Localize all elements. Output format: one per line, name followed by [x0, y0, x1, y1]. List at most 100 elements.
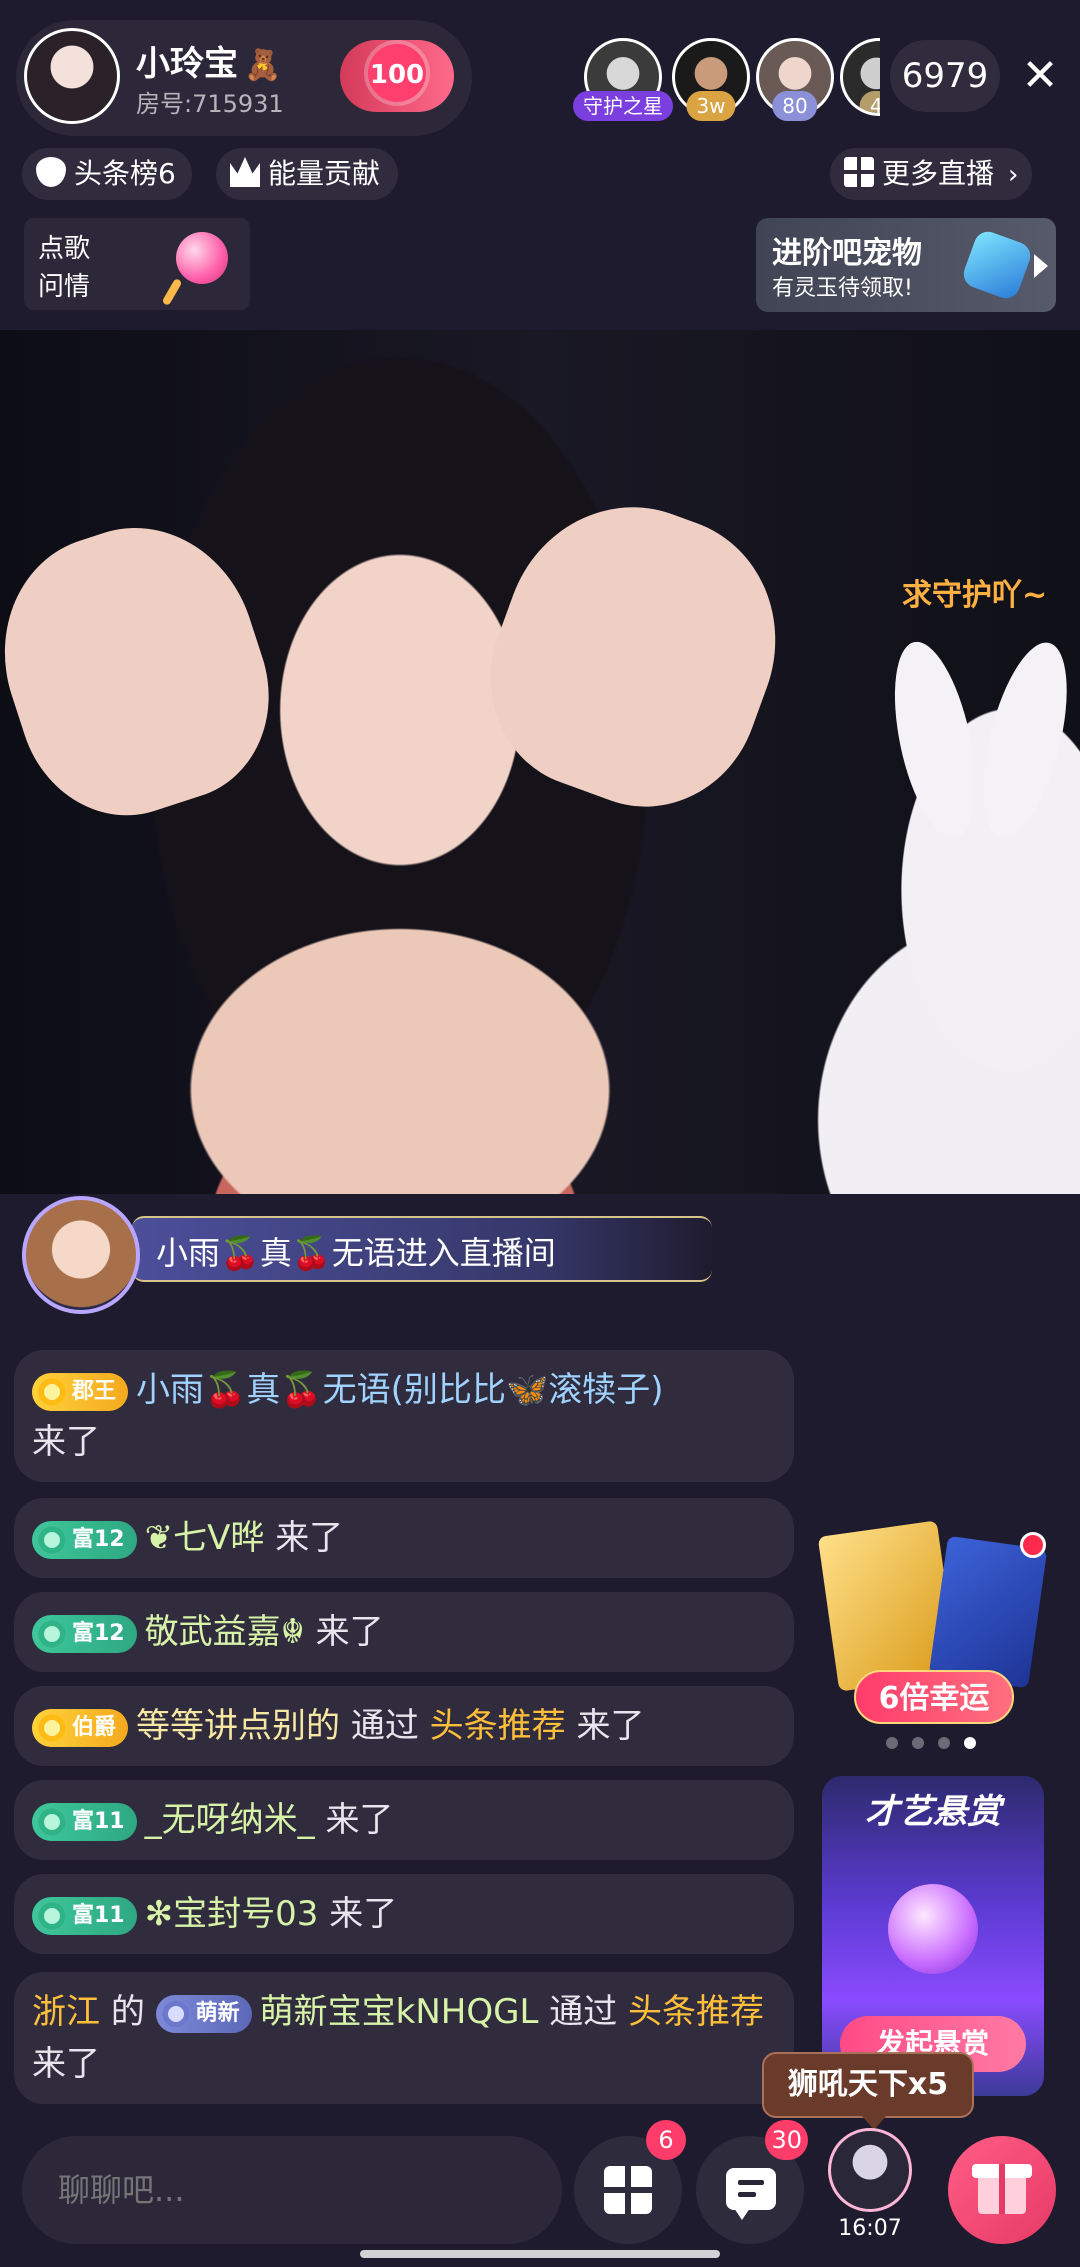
- host-name-text: 小玲宝: [136, 44, 238, 84]
- viewer-badge-3: 80: [772, 91, 818, 121]
- chat-message[interactable]: 伯爵 等等讲点别的 通过 头条推荐 来了: [14, 1686, 794, 1766]
- wealth-badge: 富12: [32, 1520, 137, 1559]
- lucky-event-widget[interactable]: 6倍幸运: [817, 1520, 1058, 1728]
- wealth-badge: 富12: [32, 1614, 137, 1653]
- chat-via: 通过: [350, 1706, 419, 1746]
- crown-icon: [230, 157, 260, 187]
- headline-rank-button[interactable]: 头条榜6: [22, 148, 192, 200]
- chat-tail: 来了: [315, 1612, 384, 1652]
- chat-nickname[interactable]: _无呀纳米_: [145, 1800, 315, 1840]
- rank-badge: 郡王: [32, 1372, 129, 1411]
- microphone-icon: [888, 1884, 978, 1974]
- chat-message[interactable]: 富11 _无呀纳米_ 来了: [14, 1780, 794, 1860]
- grid-icon: [604, 2166, 652, 2214]
- lucky-card-blue: [928, 1535, 1048, 1689]
- chat-tail: 来了: [275, 1518, 344, 1558]
- viewer-badge-2: 3w: [686, 91, 736, 121]
- notification-dot: [1020, 1532, 1046, 1558]
- pager-dot: [912, 1737, 924, 1749]
- chat-nickname[interactable]: 萌新宝宝kNHQGL: [260, 1992, 539, 2032]
- gift-tooltip: 狮吼天下x5: [762, 2052, 974, 2130]
- gem-icon: [959, 227, 1035, 303]
- pk-user-button[interactable]: 16:07: [820, 2128, 920, 2248]
- message-line: [738, 2180, 764, 2185]
- rank-badge: 伯爵: [32, 1708, 129, 1747]
- newbie-badge: 萌新: [155, 1994, 252, 2033]
- chat-nickname[interactable]: ❦七V晔: [145, 1518, 265, 1558]
- pager-dot: [886, 1737, 898, 1749]
- pet-banner-title: 进阶吧宠物: [772, 236, 922, 271]
- rabbit-ear-left: [879, 634, 991, 846]
- play-arrow-icon: [1034, 254, 1048, 278]
- follow-heart-button[interactable]: 100: [340, 40, 454, 112]
- wealth-badge: 富11: [32, 1802, 137, 1841]
- pet-upgrade-banner[interactable]: 进阶吧宠物 有灵玉待领取!: [756, 218, 1056, 312]
- heart-count: 100: [369, 60, 425, 90]
- close-icon[interactable]: ✕: [1012, 48, 1068, 104]
- message-line: [738, 2192, 756, 2197]
- viewer-count[interactable]: 6979: [890, 40, 1000, 112]
- more-live-label: 更多直播: [882, 157, 995, 190]
- chat-message[interactable]: 富12 敬武益嘉☬ 来了: [14, 1592, 794, 1672]
- song-request-panel[interactable]: 点歌 问情: [24, 218, 250, 310]
- room-id: 房号:715931: [136, 90, 284, 118]
- viewer-avatar-3[interactable]: 80: [756, 38, 834, 121]
- rabbit-ear-right: [966, 634, 1080, 846]
- talent-reward-widget[interactable]: 才艺悬赏 发起悬赏: [822, 1776, 1044, 2096]
- carousel-pager: [886, 1734, 990, 1753]
- chat-message[interactable]: 富11 ✻宝封号03 来了: [14, 1874, 794, 1954]
- viewer-avatar-1[interactable]: 守护之星: [573, 38, 673, 121]
- lucky-label: 6倍幸运: [854, 1670, 1014, 1724]
- energy-contribution-button[interactable]: 能量贡献: [216, 148, 399, 200]
- chat-message[interactable]: 郡王 小雨🍒真🍒无语(别比比🦋滚犊子) 来了: [14, 1350, 794, 1482]
- pet-banner-subtitle: 有灵玉待领取!: [772, 276, 913, 301]
- chat-tail: 来了: [576, 1706, 645, 1746]
- chat-message[interactable]: 浙江 的 萌新 萌新宝宝kNHQGL 通过 头条推荐 来了: [14, 1972, 794, 2104]
- chat-via: 通过: [549, 1992, 618, 2032]
- video-caption: 求守护吖~: [902, 578, 1048, 613]
- more-live-button[interactable]: 更多直播 ›: [830, 148, 1033, 200]
- chat-input[interactable]: [22, 2136, 562, 2244]
- gift-button[interactable]: [948, 2136, 1056, 2244]
- apps-button[interactable]: 6: [574, 2120, 686, 2244]
- chat-source: 头条推荐: [429, 1706, 566, 1746]
- viewer-avatar-4[interactable]: 4: [840, 38, 880, 116]
- chat-tail: 来了: [32, 1422, 100, 1462]
- home-indicator[interactable]: [360, 2250, 720, 2258]
- host-name: 小玲宝 🧸: [136, 36, 281, 85]
- grid-icon: [844, 157, 874, 187]
- live-video[interactable]: [0, 330, 1080, 1194]
- chat-message[interactable]: 富12 ❦七V晔 来了: [14, 1498, 794, 1578]
- headline-rank-label: 头条榜6: [74, 157, 176, 190]
- guardian-badge: 守护之星: [573, 91, 673, 121]
- chat-tail: 来了: [325, 1800, 394, 1840]
- drop-icon: [36, 157, 66, 187]
- viewer-badge-4: 4: [859, 91, 880, 113]
- chat-count-badge: 30: [765, 2120, 808, 2160]
- bear-icon: 🧸: [244, 48, 282, 83]
- wealth-badge: 富11: [32, 1896, 137, 1935]
- pager-dot: [938, 1737, 950, 1749]
- viewer-avatar-2[interactable]: 3w: [672, 38, 750, 121]
- countdown-timer: 16:07: [838, 2216, 902, 2241]
- chat-nickname[interactable]: 敬武益嘉☬: [145, 1612, 305, 1652]
- reward-title: 才艺悬赏: [865, 1792, 1001, 1832]
- chat-location: 浙江: [32, 1992, 100, 2032]
- host-avatar[interactable]: [24, 28, 120, 124]
- song-request-label: 点歌: [38, 234, 91, 264]
- message-icon: [726, 2168, 776, 2220]
- song-ask-label: 问情: [38, 272, 91, 302]
- entry-avatar[interactable]: [22, 1196, 140, 1314]
- pager-dot-active: [964, 1737, 976, 1749]
- lollipop-stick: [161, 277, 183, 307]
- chat-nickname[interactable]: 小雨🍒真🍒无语(别比比🦋滚犊子): [136, 1370, 664, 1410]
- entry-banner: 小雨🍒真🍒无语进入直播间: [22, 1196, 742, 1314]
- video-figure-right-hand: [458, 472, 812, 838]
- chat-source: 头条推荐: [628, 1992, 765, 2032]
- chat-nickname[interactable]: ✻宝封号03: [145, 1894, 319, 1934]
- chat-nickname[interactable]: 等等讲点别的: [136, 1706, 340, 1746]
- video-figure-left-hand: [0, 498, 298, 842]
- chat-button[interactable]: 30: [696, 2120, 808, 2244]
- apps-count-badge: 6: [646, 2120, 686, 2160]
- chat-tail: 来了: [32, 2044, 100, 2084]
